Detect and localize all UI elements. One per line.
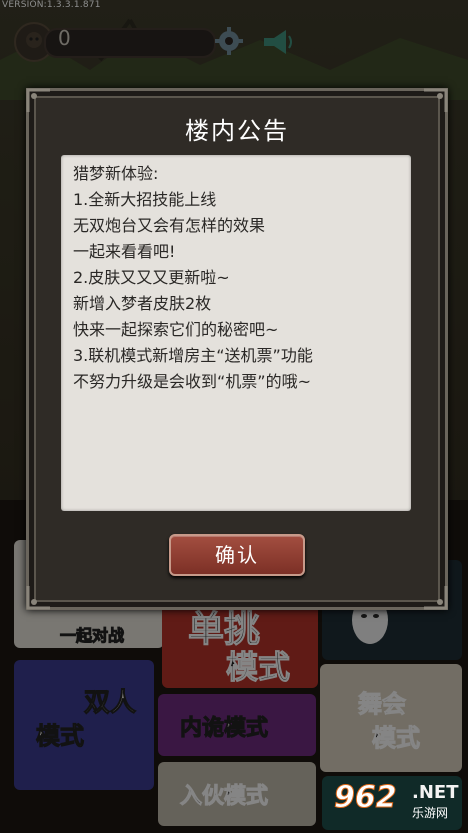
- notice-line: 新增入梦者皮肤2枚: [73, 294, 212, 313]
- notice-text: 猎梦新体验: 1.全新大招技能上线 无双炮台又会有怎样的效果 一起来看看吧! 2…: [73, 161, 401, 395]
- confirm-button[interactable]: 确认: [169, 534, 305, 576]
- notice-content-panel[interactable]: 猎梦新体验: 1.全新大招技能上线 无双炮台又会有怎样的效果 一起来看看吧! 2…: [61, 155, 411, 511]
- notice-line: 一起来看看吧!: [73, 242, 176, 261]
- notice-dialog: 楼内公告 猎梦新体验: 1.全新大招技能上线 无双炮台又会有怎样的效果 一起来看…: [26, 88, 448, 610]
- notice-line: 猎梦新体验:: [73, 164, 159, 183]
- site-watermark-logo: 962 .NET 乐游网: [334, 780, 462, 828]
- dialog-title: 楼内公告: [185, 117, 289, 145]
- notice-line: 快来一起探索它们的秘密吧~: [73, 320, 279, 339]
- watermark-number: 962: [334, 780, 398, 816]
- watermark-sub: 乐游网: [412, 806, 449, 820]
- watermark-net: .NET: [412, 782, 459, 803]
- notice-line: 不努力升级是会收到“机票”的哦~: [73, 372, 311, 391]
- notice-line: 3.联机模式新增房主“送机票”功能: [73, 346, 313, 365]
- notice-line: 无双炮台又会有怎样的效果: [73, 216, 266, 235]
- notice-line: 1.全新大招技能上线: [73, 190, 217, 209]
- corner-ornament-icon: [26, 586, 50, 610]
- corner-ornament-icon: [424, 586, 448, 610]
- notice-line: 2.皮肤又又又更新啦~: [73, 268, 230, 287]
